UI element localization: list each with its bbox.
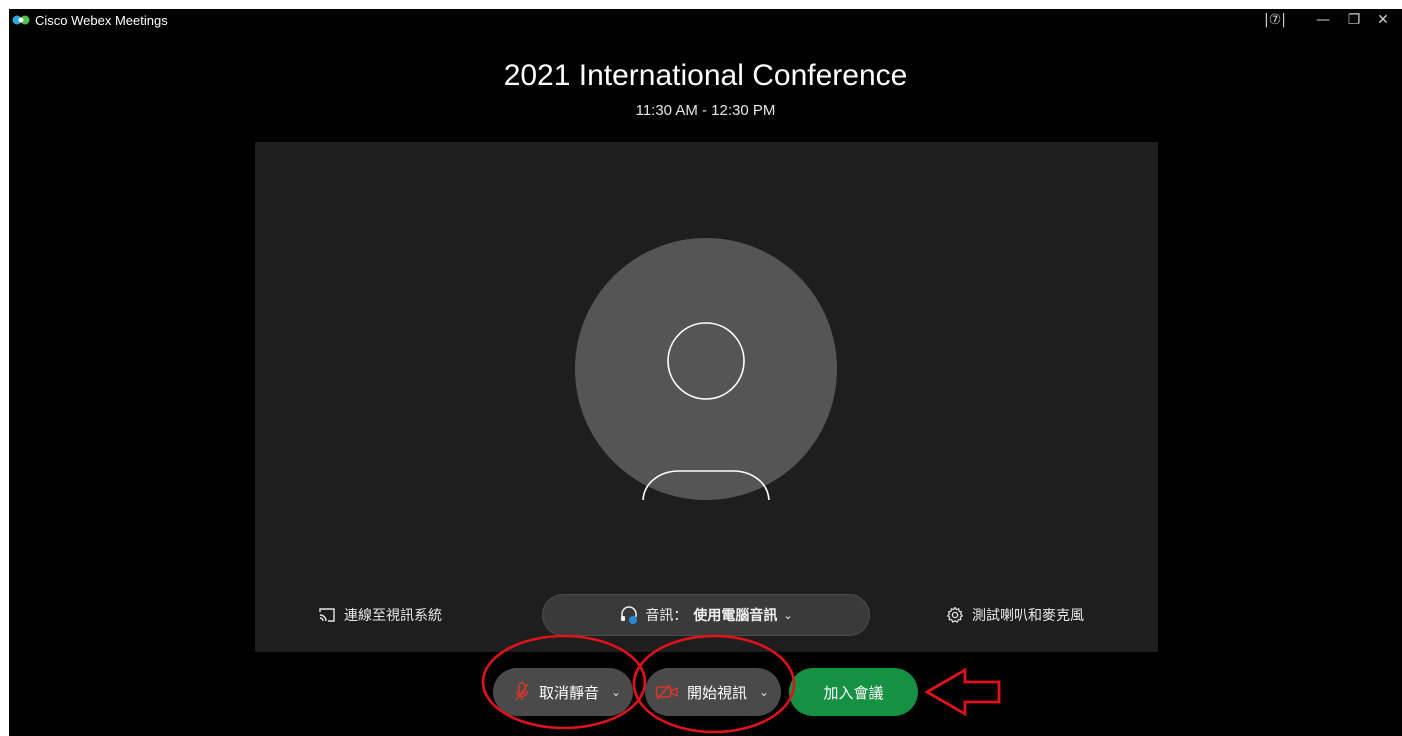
webex-window: Cisco Webex Meetings |⑦| — ❐ ✕ 2021 Inte…	[9, 9, 1402, 736]
muted-microphone-icon	[515, 682, 529, 701]
title-bar: Cisco Webex Meetings |⑦| — ❐ ✕	[9, 9, 1402, 35]
test-speaker-mic-label: 測試喇叭和麥克風	[972, 608, 1084, 624]
restore-button[interactable]: ❐	[1344, 9, 1364, 31]
meeting-time: 11:30 AM - 12:30 PM	[635, 102, 776, 119]
minimize-button[interactable]: —	[1313, 9, 1333, 31]
chevron-down-icon[interactable]: ⌄	[611, 685, 621, 699]
gear-icon	[947, 606, 963, 623]
app-name: Cisco Webex Meetings	[35, 13, 168, 28]
annotation-arrow-icon	[924, 667, 1001, 717]
avatar	[575, 238, 837, 500]
audio-value: 使用電腦音訊	[693, 608, 778, 624]
join-meeting-label: 加入會議	[823, 683, 884, 702]
join-meeting-button[interactable]: 加入會議	[789, 668, 918, 716]
start-video-label: 開始視訊	[687, 683, 748, 702]
connect-video-system-button[interactable]: 連線至視訊系統	[318, 604, 442, 626]
test-speaker-mic-button[interactable]: 測試喇叭和麥克風	[946, 604, 1084, 626]
connect-video-label: 連線至視訊系統	[344, 608, 442, 624]
unmute-button[interactable]: 取消靜音 ⌄	[493, 668, 633, 716]
chevron-down-icon[interactable]: ⌄	[759, 685, 769, 699]
audio-connection-dropdown[interactable]: 音訊： 使用電腦音訊 ⌄	[542, 594, 870, 636]
video-preview-panel: 連線至視訊系統 音訊： 使用電腦音訊 ⌄ 測試喇叭和麥克風	[255, 142, 1158, 652]
unmute-label: 取消靜音	[539, 683, 600, 702]
user-icon	[642, 322, 770, 500]
close-button[interactable]: ✕	[1373, 9, 1393, 31]
meeting-title: 2021 International Conference	[503, 59, 908, 92]
help-icon[interactable]: |⑦|	[1260, 9, 1290, 31]
audio-label: 音訊：	[645, 608, 688, 624]
webex-logo-icon	[12, 15, 30, 25]
chevron-down-icon: ⌄	[783, 608, 793, 622]
video-off-icon	[655, 684, 678, 700]
headset-icon	[621, 606, 638, 624]
cast-icon	[319, 608, 335, 622]
start-video-button[interactable]: 開始視訊 ⌄	[645, 668, 781, 716]
